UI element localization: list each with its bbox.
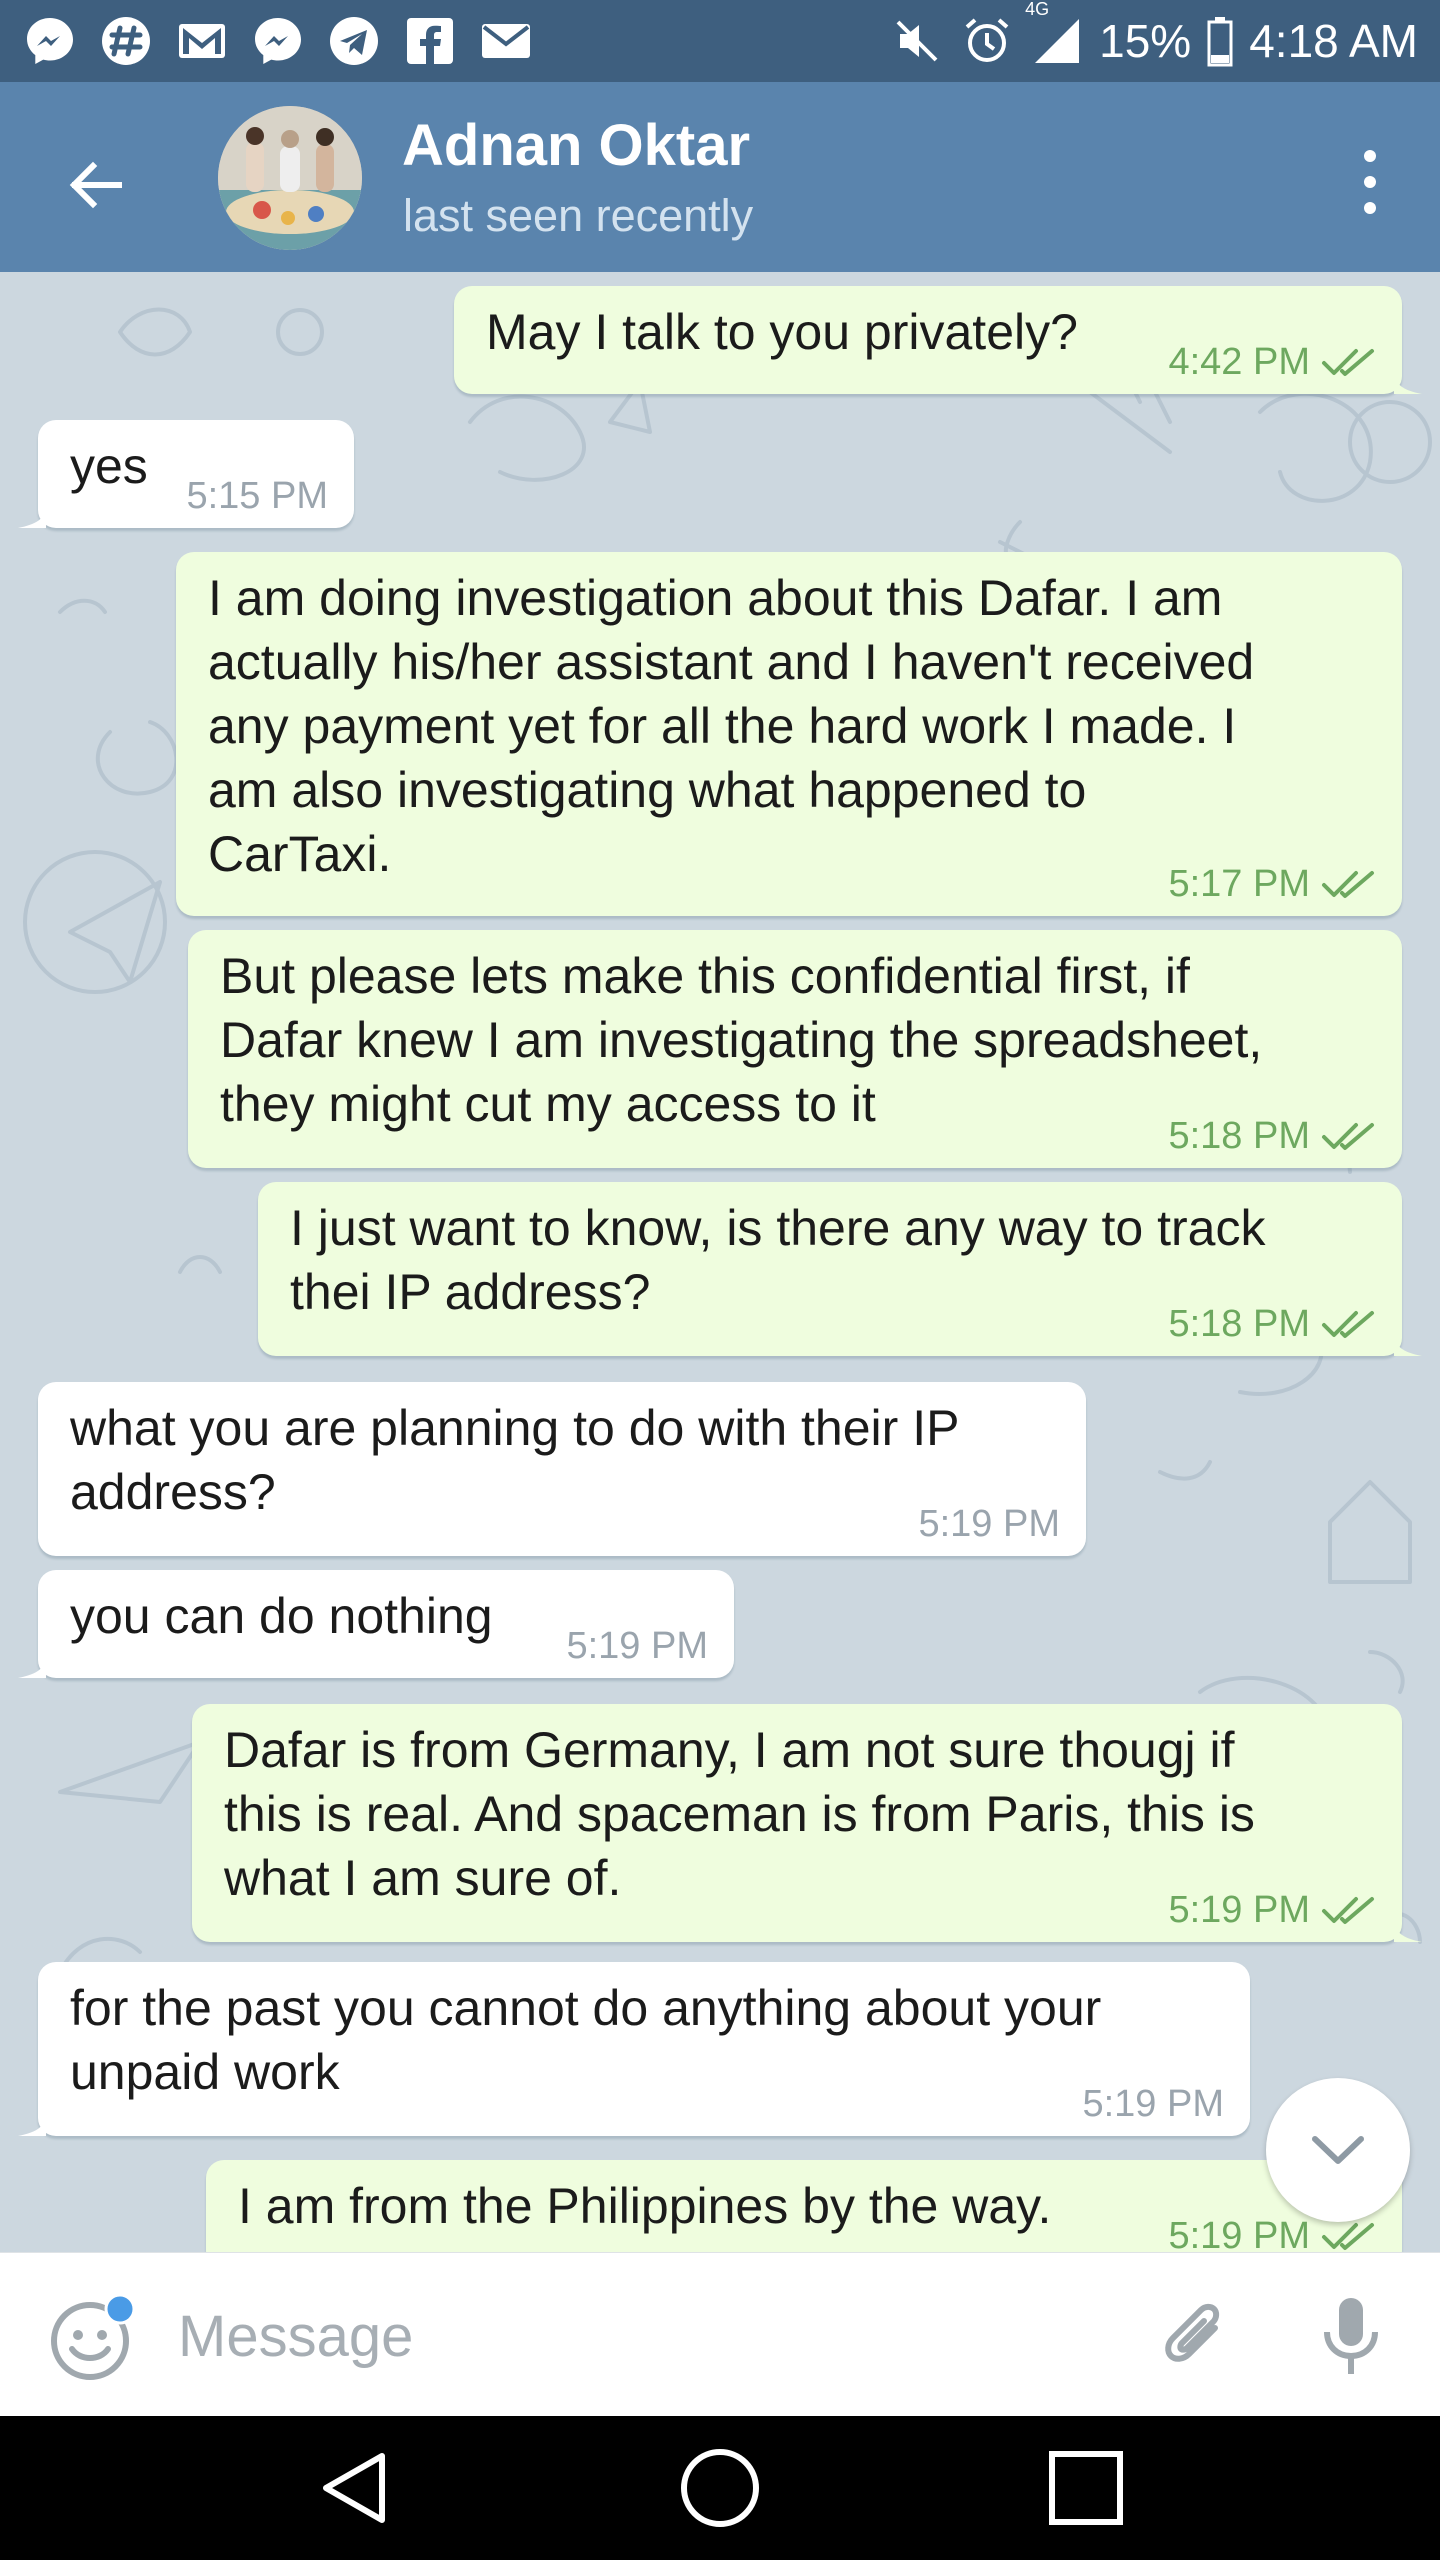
message-meta: 5:18 PM (1168, 1300, 1376, 1348)
double-check-icon (1322, 871, 1374, 898)
incoming-message[interactable]: for the past you cannot do anything abou… (18, 1962, 1250, 2136)
telegram-icon (326, 13, 382, 69)
paperclip-icon (1165, 2303, 1220, 2362)
message-time: 5:19 PM (1168, 1889, 1310, 1931)
double-check-icon (1322, 1311, 1374, 1338)
battery-percent: 15% (1099, 15, 1192, 67)
double-check-icon (1322, 349, 1374, 376)
message-time: 5:19 PM (1168, 2215, 1310, 2252)
system-navigation-bar (0, 2416, 1440, 2560)
message-time: 5:19 PM (918, 1503, 1060, 1545)
nav-recents-button[interactable] (1036, 2438, 1136, 2538)
network-type: 4G (1025, 0, 1050, 19)
scroll-to-bottom-button[interactable] (1266, 2078, 1410, 2222)
message-composer (0, 2252, 1440, 2417)
message-time: 5:15 PM (186, 475, 328, 517)
clock: 4:18 AM (1249, 15, 1418, 67)
double-check-icon (1322, 1897, 1374, 1924)
messenger-icon (250, 13, 306, 69)
microphone-icon (1324, 2298, 1378, 2374)
outgoing-message[interactable]: I just want to know, is there any way to… (258, 1182, 1422, 1356)
chevron-down-icon (1312, 2136, 1364, 2164)
avatar[interactable] (218, 106, 362, 250)
smile-icon (51, 2293, 136, 2380)
message-text: I am doing investigation about this Dafa… (208, 570, 1255, 882)
message-meta: 5:17 PM (1168, 860, 1376, 908)
notification-icons (22, 10, 534, 72)
last-seen-status: last seen recently (403, 190, 754, 241)
slack-icon (98, 13, 154, 69)
message-time: 5:18 PM (1168, 1115, 1310, 1157)
nav-back-button[interactable] (306, 2438, 406, 2538)
messenger-icon (22, 13, 78, 69)
message-time: 5:19 PM (566, 1625, 708, 1667)
voice-message-button[interactable] (1306, 2289, 1396, 2385)
message-text: Dafar is from Germany, I am not sure tho… (224, 1722, 1255, 1906)
incoming-message[interactable]: what you are planning to do with their I… (38, 1382, 1086, 1556)
message-input[interactable] (176, 2295, 1100, 2377)
message-text: for the past you cannot do anything abou… (70, 1980, 1102, 2100)
alarm-icon (959, 13, 1015, 69)
signal-icon: 4G (1025, 0, 1085, 69)
triangle-back-icon (323, 2453, 385, 2523)
message-time: 5:19 PM (1082, 2083, 1224, 2125)
message-text: what you are planning to do with their I… (70, 1400, 960, 1520)
message-meta: 5:15 PM (186, 472, 328, 520)
message-time: 4:42 PM (1168, 341, 1310, 383)
gmail-icon (174, 13, 230, 69)
nav-home-button[interactable] (670, 2438, 770, 2538)
chat-header: Adnan Oktar last seen recently (0, 82, 1440, 272)
message-meta: 5:19 PM (918, 1500, 1060, 1548)
outgoing-message[interactable]: Dafar is from Germany, I am not sure tho… (192, 1704, 1422, 1942)
message-meta: 5:19 PM (1082, 2080, 1224, 2128)
message-meta: 5:19 PM (1168, 1886, 1376, 1934)
message-meta: 5:18 PM (1168, 1112, 1376, 1160)
square-recents-icon (1049, 2451, 1123, 2525)
message-text: But please lets make this confidential f… (220, 948, 1263, 1132)
message-time: 5:18 PM (1168, 1303, 1310, 1345)
incoming-message[interactable]: yes 5:15 PM (18, 420, 354, 528)
message-time: 5:17 PM (1168, 863, 1310, 905)
mail-icon (478, 13, 534, 69)
chat-title[interactable]: Adnan Oktar (402, 112, 750, 179)
system-status: 4G 15% 4:18 AM (889, 0, 1418, 72)
battery-icon (1205, 13, 1235, 69)
back-button[interactable] (50, 140, 140, 230)
attach-button[interactable] (1152, 2293, 1242, 2383)
arrow-left-icon (69, 161, 122, 209)
message-meta: 4:42 PM (1168, 338, 1376, 386)
message-list[interactable]: May I talk to you privately? 4:42 PM yes… (0, 272, 1440, 2252)
double-check-icon (1322, 1123, 1374, 1150)
more-vertical-icon[interactable] (1340, 132, 1400, 232)
message-meta: 5:19 PM (566, 1622, 708, 1670)
mute-icon (889, 13, 945, 69)
status-bar: 4G 15% 4:18 AM (0, 0, 1440, 82)
double-check-icon (1322, 2223, 1374, 2250)
incoming-message[interactable]: you can do nothing 5:19 PM (18, 1570, 734, 1678)
outgoing-message[interactable]: I am doing investigation about this Dafa… (176, 552, 1402, 916)
circle-home-icon (681, 2449, 759, 2527)
outgoing-message[interactable]: But please lets make this confidential f… (188, 930, 1402, 1168)
outgoing-message[interactable]: May I talk to you privately? 4:42 PM (454, 286, 1422, 394)
facebook-icon (402, 13, 458, 69)
emoji-button[interactable] (46, 2293, 136, 2383)
outgoing-message[interactable]: I am from the Philippines by the way. 5:… (206, 2160, 1402, 2252)
